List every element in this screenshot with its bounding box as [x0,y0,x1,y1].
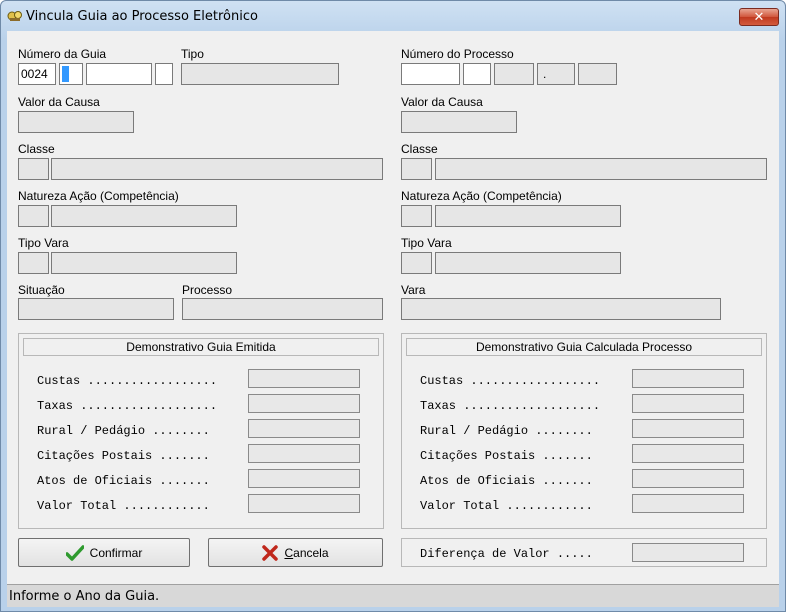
check-icon [65,544,84,561]
demonstrativo-calculada-title: Demonstrativo Guia Calculada Processo [406,338,762,356]
processo-ano-field[interactable] [494,63,534,85]
diferenca-field[interactable] [632,543,744,562]
numero-processo-label: Número do Processo [401,47,514,61]
cancela-label: Cancela [284,546,328,560]
rural-pedagio-label: Rural / Pedágio ........ [37,424,210,438]
title-bar[interactable]: Vincula Guia ao Processo Eletrônico ✕ [1,1,785,31]
natureza-desc-field[interactable] [51,205,237,227]
tipo-label: Tipo [181,47,204,61]
confirmar-button[interactable]: Confirmar [18,538,190,567]
valor-causa-field[interactable] [18,111,134,133]
window-title: Vincula Guia ao Processo Eletrônico [26,9,258,24]
dialog-content: Número da Guia Tipo 0024 Valor da Causa … [7,31,779,584]
custas-label-calc: Custas .................. [420,374,601,388]
dialog-window: Vincula Guia ao Processo Eletrônico ✕ Nú… [0,0,786,612]
close-button[interactable]: ✕ [739,8,779,26]
taxas-label-calc: Taxas ................... [420,399,601,413]
natureza-label: Natureza Ação (Competência) [18,189,179,203]
classe-code-field[interactable] [18,158,49,180]
natureza-desc-field-right[interactable] [435,205,621,227]
tipo-vara-label-right: Tipo Vara [401,236,452,250]
vara-field[interactable] [401,298,721,320]
classe-desc-field-right[interactable] [435,158,767,180]
classe-label: Classe [18,142,55,156]
taxas-field-calc[interactable] [632,394,744,413]
cancela-accel: C [284,545,294,560]
valor-total-field-calc[interactable] [632,494,744,513]
processo-origem-field[interactable] [578,63,617,85]
atos-oficiais-field[interactable] [248,469,360,488]
demonstrativo-emitida-group: Demonstrativo Guia Emitida Custas ......… [18,333,384,529]
valor-causa-field-right[interactable] [401,111,517,133]
valor-total-field[interactable] [248,494,360,513]
cancela-button[interactable]: Cancela [208,538,383,567]
valor-total-label-calc: Valor Total ............ [420,499,593,513]
citacoes-postais-label: Citações Postais ....... [37,449,210,463]
guia-numero-field[interactable] [86,63,152,85]
demonstrativo-calculada-group: Demonstrativo Guia Calculada Processo Cu… [401,333,767,529]
separator-dot: . [543,67,547,81]
classe-label-right: Classe [401,142,438,156]
situacao-label: Situação [18,283,65,297]
demonstrativo-emitida-title: Demonstrativo Guia Emitida [23,338,379,356]
guia-digito-field[interactable] [155,63,173,85]
classe-code-field-right[interactable] [401,158,432,180]
tipo-vara-desc-field-right[interactable] [435,252,621,274]
guia-ano-field[interactable]: 0024 [18,63,56,85]
processo-field[interactable] [182,298,383,320]
rural-pedagio-field[interactable] [248,419,360,438]
processo-digito-field[interactable] [463,63,491,85]
atos-oficiais-field-calc[interactable] [632,469,744,488]
guia-ano-value: 0024 [21,67,48,81]
citacoes-postais-field-calc[interactable] [632,444,744,463]
taxas-label: Taxas ................... [37,399,218,413]
diferenca-label: Diferença de Valor ..... [420,547,593,561]
tipo-vara-code-field-right[interactable] [401,252,432,274]
tipo-vara-label: Tipo Vara [18,236,69,250]
natureza-label-right: Natureza Ação (Competência) [401,189,562,203]
citacoes-postais-label-calc: Citações Postais ....... [420,449,593,463]
cancela-rest: ancela [293,545,329,560]
rural-pedagio-field-calc[interactable] [632,419,744,438]
numero-guia-label: Número da Guia [18,47,107,61]
custas-field[interactable] [248,369,360,388]
atos-oficiais-label-calc: Atos de Oficiais ....... [420,474,593,488]
vara-label: Vara [401,283,426,297]
natureza-code-field-right[interactable] [401,205,432,227]
classe-desc-field[interactable] [51,158,383,180]
custas-label: Custas .................. [37,374,218,388]
custas-field-calc[interactable] [632,369,744,388]
citacoes-postais-field[interactable] [248,444,360,463]
app-icon [7,11,22,21]
atos-oficiais-label: Atos de Oficiais ....... [37,474,210,488]
processo-segmento-field[interactable]: . [537,63,575,85]
x-icon [262,544,279,561]
rural-pedagio-label-calc: Rural / Pedágio ........ [420,424,593,438]
tipo-vara-desc-field[interactable] [51,252,237,274]
guia-seq-field[interactable] [59,63,83,85]
tipo-field[interactable] [181,63,339,85]
status-text: Informe o Ano da Guia. [9,589,160,604]
status-bar: Informe o Ano da Guia. [7,584,779,607]
tipo-vara-code-field[interactable] [18,252,49,274]
valor-causa-label-right: Valor da Causa [401,95,483,109]
natureza-code-field[interactable] [18,205,49,227]
close-icon: ✕ [753,9,765,25]
situacao-field[interactable] [18,298,174,320]
confirmar-label: Confirmar [89,545,143,560]
taxas-field[interactable] [248,394,360,413]
diferenca-group: Diferença de Valor ..... [401,538,767,567]
valor-total-label: Valor Total ............ [37,499,210,513]
processo-label: Processo [182,283,233,297]
processo-numero-field[interactable] [401,63,460,85]
valor-causa-label: Valor da Causa [18,95,100,109]
